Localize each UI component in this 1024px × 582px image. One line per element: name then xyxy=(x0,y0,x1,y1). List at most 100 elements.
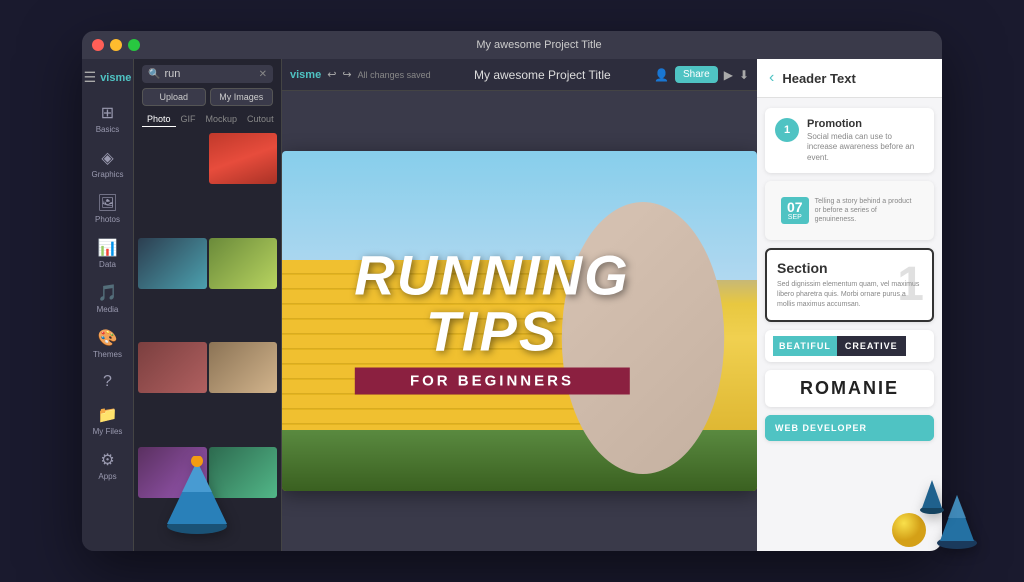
sidebar-label-themes: Themes xyxy=(93,350,122,359)
search-input[interactable] xyxy=(164,68,254,80)
template-card-section[interactable]: Section Sed dignissim elementum quam, ve… xyxy=(765,248,934,321)
template-card-date[interactable]: 07 SEP Telling a story behind a product … xyxy=(765,181,934,240)
sidebar-item-photos[interactable]: 🖼 Photos xyxy=(85,188,131,229)
top-toolbar: visme ↩ ↪ All changes saved My awesome P… xyxy=(282,59,757,91)
media-panel-header: 🔍 ✕ Upload My Images xyxy=(134,59,281,112)
hamburger-icon[interactable]: ☰ xyxy=(84,69,97,86)
tab-photo[interactable]: Photo xyxy=(142,112,176,127)
media-grid xyxy=(134,131,281,551)
right-panel-header: ‹ Header Text xyxy=(757,59,942,98)
media-tabs: Photo GIF Mockup Cutout xyxy=(134,112,281,131)
template-card-romanie[interactable]: ROMANIE xyxy=(765,370,934,407)
creative-light-text: BEATIFUL xyxy=(773,336,837,356)
avatar-icon: 👤 xyxy=(654,68,669,82)
graphics-icon: ◈ xyxy=(101,148,113,168)
maximize-button[interactable] xyxy=(128,39,140,51)
promotion-label: Promotion xyxy=(807,118,924,130)
close-button[interactable] xyxy=(92,39,104,51)
slide-content[interactable]: RUNNING TIPS FOR BEGINNERS xyxy=(282,151,757,491)
share-button[interactable]: Share xyxy=(675,66,718,83)
laptop-screen: My awesome Project Title ☰ visme ⊞ Basic… xyxy=(82,31,942,551)
media-thumb-stadium[interactable] xyxy=(209,238,278,289)
sidebar-label-basics: Basics xyxy=(96,125,120,134)
date-description: Telling a story behind a product or befo… xyxy=(815,197,918,224)
themes-icon: 🎨 xyxy=(98,328,118,348)
webdev-text: WEB DEVELOPER xyxy=(775,423,924,433)
sidebar-label-data: Data xyxy=(99,260,116,269)
sidebar-item-help[interactable]: ? xyxy=(85,368,131,396)
toolbar-visme-logo: visme xyxy=(290,69,321,81)
media-buttons: Upload My Images xyxy=(142,88,273,106)
template-card-webdev[interactable]: WEB DEVELOPER xyxy=(765,415,934,441)
basics-icon: ⊞ xyxy=(101,103,114,123)
media-icon: 🎵 xyxy=(98,283,118,303)
back-button[interactable]: ‹ xyxy=(769,69,774,87)
tab-cutout[interactable]: Cutout xyxy=(242,112,279,127)
search-clear-button[interactable]: ✕ xyxy=(259,69,267,80)
slide-subtitle: FOR BEGINNERS xyxy=(374,373,609,390)
webdev-inner: WEB DEVELOPER xyxy=(765,415,934,441)
autosave-status: All changes saved xyxy=(358,70,431,80)
icon-sidebar: ☰ visme ⊞ Basics ◈ Graphics 🖼 Photos 📊 xyxy=(82,59,134,551)
creative-dark-text: CREATIVE xyxy=(837,336,906,356)
titlebar: My awesome Project Title xyxy=(82,31,942,59)
toolbar-right: 👤 Share ▶ ⬇ xyxy=(654,66,749,83)
sidebar-label-myfiles: My Files xyxy=(93,427,123,436)
media-thumb-road[interactable] xyxy=(138,238,207,289)
section-title: Section xyxy=(777,260,922,276)
right-panel: ‹ Header Text 1 Promotion Social media c… xyxy=(757,59,942,551)
date-badge: 07 SEP xyxy=(781,197,809,224)
section-description: Sed dignissim elementum quam, vel maximu… xyxy=(777,280,922,309)
download-button[interactable]: ⬇ xyxy=(739,68,749,82)
right-panel-title: Header Text xyxy=(782,71,855,86)
media-thumb-woman[interactable] xyxy=(138,447,207,498)
slide-canvas: RUNNING TIPS FOR BEGINNERS xyxy=(282,91,757,551)
myfiles-icon: 📁 xyxy=(98,405,118,425)
media-thumb-sprint[interactable] xyxy=(138,342,207,393)
play-button[interactable]: ▶ xyxy=(724,68,733,82)
promotion-text: Promotion Social media can use to increa… xyxy=(807,118,924,163)
template-card-creative[interactable]: BEATIFUL CREATIVE xyxy=(765,330,934,362)
section-content: Section Sed dignissim elementum quam, ve… xyxy=(777,260,922,309)
project-title[interactable]: My awesome Project Title xyxy=(437,68,648,82)
sidebar-item-apps[interactable]: ⚙ Apps xyxy=(85,445,131,486)
promotion-number: 1 xyxy=(775,118,799,142)
apps-icon: ⚙ xyxy=(100,450,114,470)
visme-logo: visme xyxy=(100,72,131,84)
slide-subtitle-bar: FOR BEGINNERS xyxy=(354,368,629,395)
creative-card-inner: BEATIFUL CREATIVE xyxy=(765,330,934,362)
media-thumb-run2[interactable] xyxy=(209,447,278,498)
my-images-button[interactable]: My Images xyxy=(210,88,274,106)
right-panel-content: 1 Promotion Social media can use to incr… xyxy=(757,98,942,551)
media-panel: 🔍 ✕ Upload My Images Photo GIF Mockup Cu… xyxy=(134,59,282,551)
help-icon: ? xyxy=(103,373,112,391)
slide-title-line1: RUNNING xyxy=(354,248,629,304)
tab-gif[interactable]: GIF xyxy=(176,112,201,127)
media-thumb-crowd[interactable] xyxy=(138,133,207,184)
sidebar-label-graphics: Graphics xyxy=(91,170,123,179)
undo-button[interactable]: ↩ xyxy=(327,68,336,81)
date-card-inner: 07 SEP Telling a story behind a product … xyxy=(775,191,924,230)
sidebar-item-myfiles[interactable]: 📁 My Files xyxy=(85,400,131,441)
minimize-button[interactable] xyxy=(110,39,122,51)
sidebar-item-themes[interactable]: 🎨 Themes xyxy=(85,323,131,364)
slide-text-overlay: RUNNING TIPS FOR BEGINNERS xyxy=(354,248,629,395)
sidebar-label-media: Media xyxy=(97,305,119,314)
tab-mockup[interactable]: Mockup xyxy=(201,112,243,127)
sidebar-item-basics[interactable]: ⊞ Basics xyxy=(85,98,131,139)
sidebar-item-graphics[interactable]: ◈ Graphics xyxy=(85,143,131,184)
window-title: My awesome Project Title xyxy=(146,39,932,51)
sidebar-label-apps: Apps xyxy=(98,472,116,481)
sidebar-item-media[interactable]: 🎵 Media xyxy=(85,278,131,319)
upload-button[interactable]: Upload xyxy=(142,88,206,106)
date-month: SEP xyxy=(787,214,803,221)
media-thumb-dog[interactable] xyxy=(209,342,278,393)
sidebar-item-data[interactable]: 📊 Data xyxy=(85,233,131,274)
slide-title-line2: TIPS xyxy=(354,304,629,360)
redo-button[interactable]: ↪ xyxy=(342,68,351,81)
sidebar-logo-area: ☰ visme xyxy=(82,65,135,90)
sidebar-label-photos: Photos xyxy=(95,215,120,224)
app-body: ☰ visme ⊞ Basics ◈ Graphics 🖼 Photos 📊 xyxy=(82,59,942,551)
template-card-promotion[interactable]: 1 Promotion Social media can use to incr… xyxy=(765,108,934,173)
media-thumb-track[interactable] xyxy=(209,133,278,184)
